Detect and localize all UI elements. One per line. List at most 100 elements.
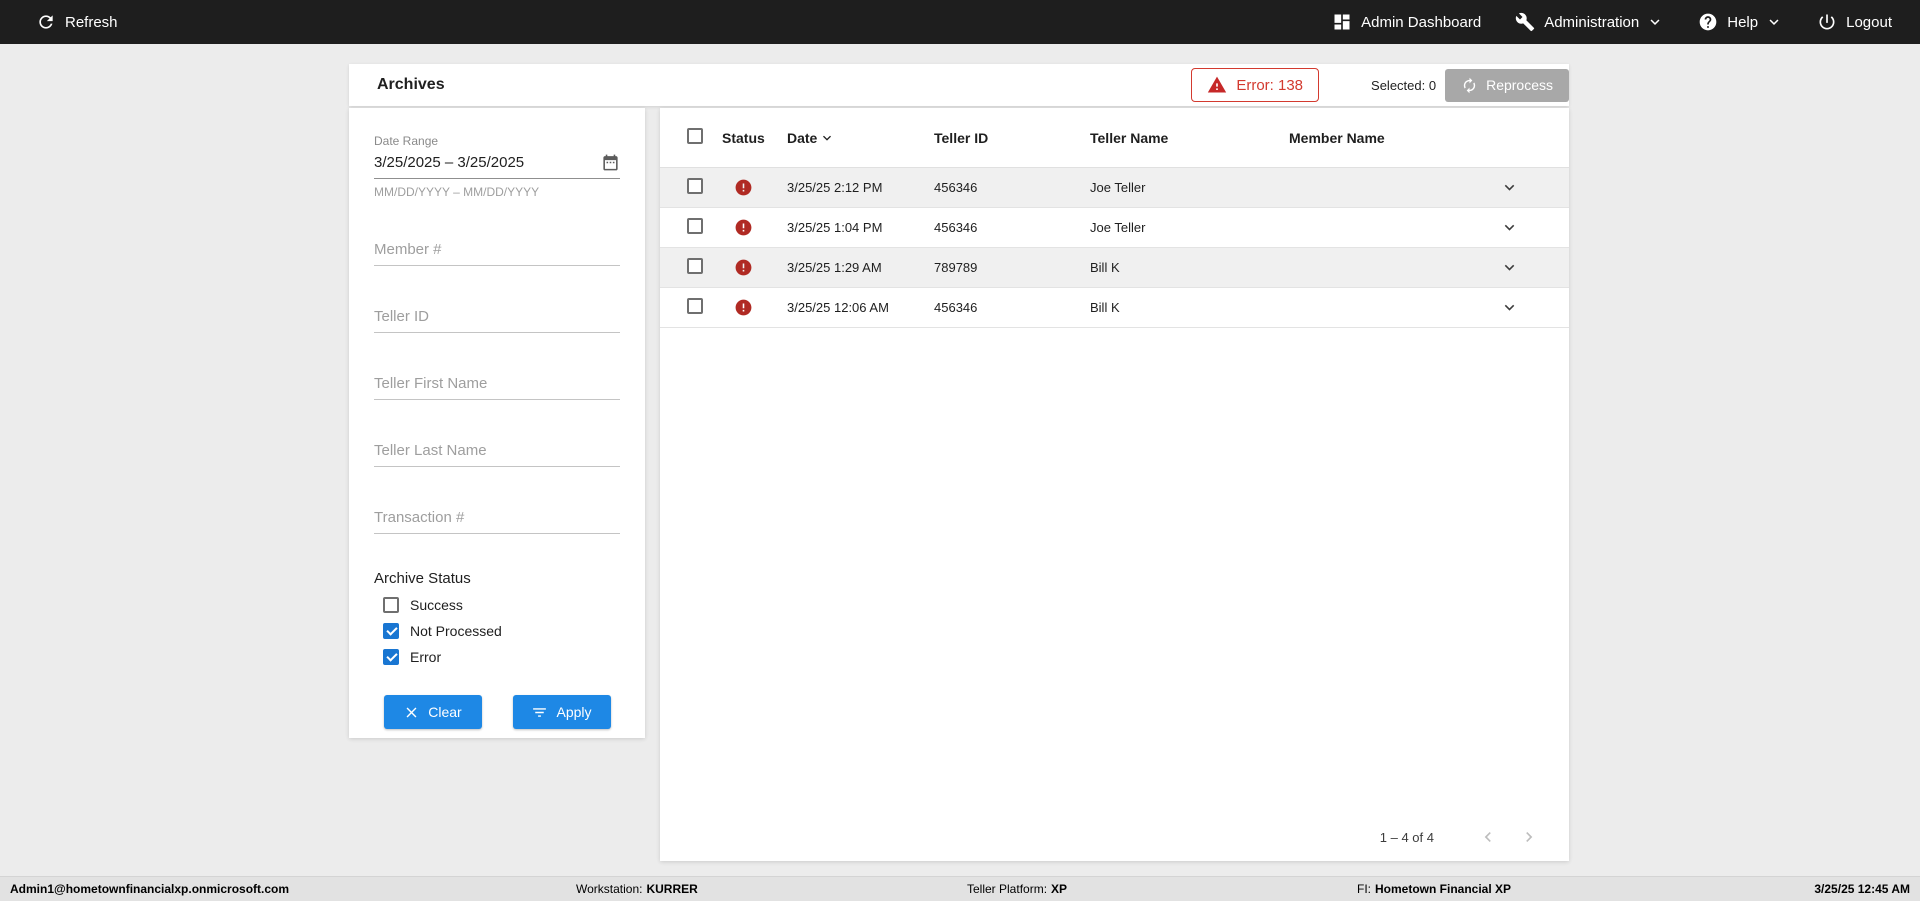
warning-icon [1207,75,1227,95]
row-teller-name: Bill K [1090,260,1120,275]
transaction-number-input[interactable] [374,506,620,534]
status-option-success[interactable]: Success [374,597,620,613]
date-range-label: Date Range [374,134,439,148]
row-teller-id: 456346 [934,300,978,315]
teller-platform-label: Teller Platform: [967,882,1048,896]
row-checkbox[interactable] [687,258,703,274]
apply-button[interactable]: Apply [512,695,611,729]
checkbox-success-label: Success [410,597,463,613]
error-badge[interactable]: Error: 138 [1191,68,1320,102]
checkbox-error[interactable] [383,649,399,665]
error-status-icon [734,258,753,277]
fi-value: Hometown Financial XP [1375,882,1512,896]
refresh-label: Refresh [65,13,118,31]
help-label: Help [1727,13,1759,31]
chevron-right-icon[interactable] [1519,827,1539,847]
row-teller-name: Bill K [1090,300,1120,315]
chevron-left-icon[interactable] [1478,827,1498,847]
help-menu[interactable]: Help [1698,12,1783,32]
status-bar: Admin1@hometownfinancialxp.onmicrosoft.c… [0,876,1920,901]
teller-platform-value: XP [1051,882,1068,896]
admin-dashboard-label: Admin Dashboard [1361,13,1482,31]
column-teller-id[interactable]: Teller ID [934,130,1090,146]
clear-label: Clear [428,704,462,720]
checkbox-not-processed-label: Not Processed [410,623,502,639]
reprocess-button[interactable]: Reprocess [1445,68,1569,102]
expand-row-icon[interactable] [1500,218,1519,237]
logged-in-user: Admin1@hometownfinancialxp.onmicrosoft.c… [10,882,290,896]
expand-row-icon[interactable] [1500,178,1519,197]
column-date-label: Date [787,129,818,146]
fi-label: FI: [1357,882,1371,896]
administration-label: Administration [1544,13,1640,31]
error-badge-label: Error: 138 [1236,76,1304,94]
row-date: 3/25/25 1:04 PM [787,220,883,235]
row-checkbox[interactable] [687,298,703,314]
wrench-icon [1515,12,1535,32]
help-icon [1698,12,1718,32]
row-date: 3/25/25 1:29 AM [787,260,882,275]
table-row: 3/25/25 2:12 PM 456346 Joe Teller [660,168,1569,208]
row-teller-name: Joe Teller [1090,220,1146,235]
column-status[interactable]: Status [722,130,787,146]
teller-id-input[interactable] [374,305,620,333]
checkbox-success[interactable] [383,597,399,613]
row-teller-id: 456346 [934,180,978,195]
admin-dashboard-button[interactable]: Admin Dashboard [1332,12,1481,32]
date-format-hint: MM/DD/YYYY – MM/DD/YYYY [374,185,540,199]
workstation-value: KURRER [646,882,698,896]
expand-row-icon[interactable] [1500,298,1519,317]
column-date[interactable]: Date [787,130,934,146]
error-status-icon [734,178,753,197]
row-checkbox[interactable] [687,178,703,194]
date-range-input[interactable]: 3/25/2025 – 3/25/2025 [374,153,620,179]
row-date: 3/25/25 12:06 AM [787,300,889,315]
filter-panel: Date Range 3/25/2025 – 3/25/2025 MM/DD/Y… [349,108,645,738]
checkbox-not-processed[interactable] [383,623,399,639]
administration-menu[interactable]: Administration [1515,12,1664,32]
archives-table: Status Date Teller ID Teller Name Member… [660,108,1569,861]
teller-first-name-input[interactable] [374,372,620,400]
refresh-icon [36,12,56,32]
column-member-name[interactable]: Member Name [1289,130,1450,146]
row-checkbox[interactable] [687,218,703,234]
apply-label: Apply [556,704,592,720]
chevron-down-icon [1646,13,1664,31]
reprocess-label: Reprocess [1486,77,1553,93]
page-title: Archives [377,76,445,93]
teller-platform: Teller Platform: XP [967,877,1067,901]
chevron-down-icon [1765,13,1783,31]
row-teller-id: 456346 [934,220,978,235]
table-row: 3/25/25 1:29 AM 789789 Bill K [660,248,1569,288]
row-teller-name: Joe Teller [1090,180,1146,195]
select-all-checkbox[interactable] [687,128,703,144]
row-teller-id: 789789 [934,260,978,275]
clear-icon [403,704,420,721]
date-range-value: 3/25/2025 – 3/25/2025 [374,154,525,171]
table-row: 3/25/25 1:04 PM 456346 Joe Teller [660,208,1569,248]
dashboard-icon [1332,12,1352,32]
column-teller-name[interactable]: Teller Name [1090,130,1289,146]
logout-button[interactable]: Logout [1817,12,1892,32]
calendar-icon[interactable] [601,153,620,172]
selected-count: Selected: 0 [1371,77,1437,93]
current-datetime: 3/25/25 12:45 AM [1814,882,1910,896]
member-number-input[interactable] [374,238,620,266]
teller-last-name-input[interactable] [374,439,620,467]
row-date: 3/25/25 2:12 PM [787,180,883,195]
checkbox-error-label: Error [410,649,442,665]
expand-row-icon[interactable] [1500,258,1519,277]
table-header-row: Status Date Teller ID Teller Name Member… [660,108,1569,168]
power-icon [1817,12,1837,32]
filter-icon [531,704,548,721]
error-status-icon [734,298,753,317]
refresh-button[interactable]: Refresh [36,12,118,32]
workstation: Workstation: KURRER [576,877,698,901]
status-option-error[interactable]: Error [374,649,620,665]
clear-button[interactable]: Clear [383,695,482,729]
archive-status-label: Archive Status [374,570,471,587]
status-option-not-processed[interactable]: Not Processed [374,623,620,639]
table-row: 3/25/25 12:06 AM 456346 Bill K [660,288,1569,328]
logout-label: Logout [1846,13,1892,31]
error-status-icon [734,218,753,237]
